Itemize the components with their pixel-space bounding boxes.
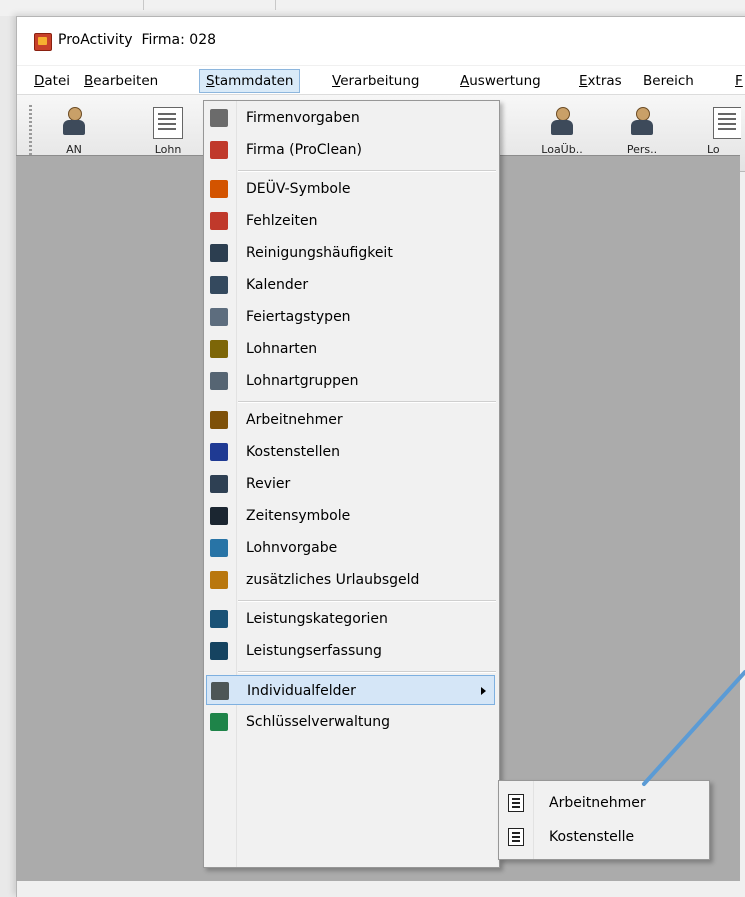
annotation-arrow [642,670,745,786]
annotation-arrow-line [642,670,745,786]
